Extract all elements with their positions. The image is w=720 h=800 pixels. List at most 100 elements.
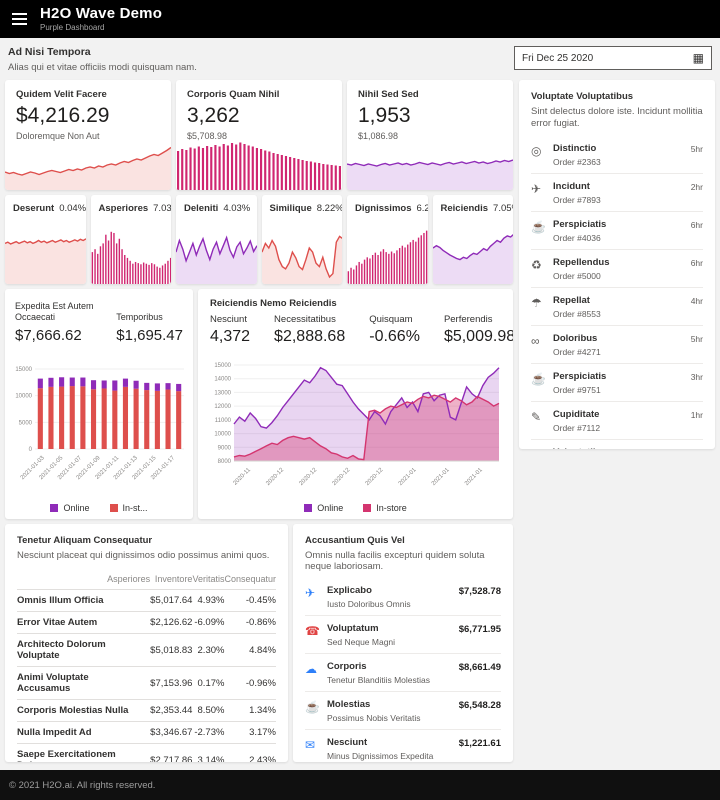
metric-card-text: Deleniti 4.03% xyxy=(176,195,257,214)
chart-stat-label: Nesciunt xyxy=(210,314,250,325)
table-row: Nulla Impedit Ad $3,346.67 -2.73% 3.17% xyxy=(17,722,276,744)
metric-card-text: Deserunt 0.04% xyxy=(5,195,86,214)
calendar-icon: ▦ xyxy=(693,51,704,65)
order-item-name: Repellendus xyxy=(553,257,691,268)
sale-item-value: $6,771.95 xyxy=(459,623,501,635)
order-item-time: 5hr xyxy=(691,333,703,344)
trend-chart-header: Reiciendis Nemo Reiciendis xyxy=(198,289,513,309)
order-item-time: 3hr xyxy=(691,447,703,449)
order-item-number: Order #8553 xyxy=(553,309,691,319)
order-item-icon: ✈ xyxy=(531,181,553,196)
svg-text:10000: 10000 xyxy=(214,432,231,438)
svg-text:12000: 12000 xyxy=(214,404,231,410)
svg-text:2021-01: 2021-01 xyxy=(431,467,451,487)
svg-text:10000: 10000 xyxy=(15,394,32,400)
table-row: Error Vitae Autem $2,126.62 -6.09% -0.86… xyxy=(17,612,276,634)
svg-text:15000: 15000 xyxy=(214,363,231,369)
svg-text:14000: 14000 xyxy=(214,377,231,383)
sparkline-chart xyxy=(347,140,513,190)
table-cell-inventore: $2,353.44 xyxy=(150,700,192,722)
app-footer: © 2021 H2O.ai. All rights reserved. xyxy=(0,770,720,800)
order-item-icon: ♻ xyxy=(531,257,553,272)
table-cell-veritatis: 8.50% xyxy=(192,700,224,722)
sale-item-text: Explicabo Iusto Doloribus Omnis xyxy=(327,585,459,609)
stat-card-title: Nihil Sed Sed xyxy=(358,89,502,100)
order-item-time: 3hr xyxy=(691,371,703,382)
table-cell-inventore: $5,017.64 xyxy=(150,590,192,612)
order-item-name: Repellat xyxy=(553,295,691,306)
table-cell-veritatis: 3.14% xyxy=(192,744,224,763)
sale-item: ☎ Voluptatum Sed Neque Magni $6,771.95 xyxy=(305,616,501,654)
page-header: Ad Nisi Tempora Alias qui et vitae offic… xyxy=(0,38,720,80)
order-item-icon: ∞ xyxy=(531,333,553,348)
order-item-text: Cupiditate Order #7112 xyxy=(553,409,691,433)
order-item-number: Order #4036 xyxy=(553,233,691,243)
table-cell-veritatis: 4.93% xyxy=(192,590,224,612)
svg-text:15000: 15000 xyxy=(15,367,32,373)
chart-stat-label: Necessitatibus xyxy=(274,314,345,325)
sale-item-text: Corporis Tenetur Blanditiis Molestias xyxy=(327,661,459,685)
svg-text:8000: 8000 xyxy=(218,459,232,465)
date-picker[interactable]: Fri Dec 25 2020 ▦ xyxy=(514,46,712,70)
sale-item-caption: Iusto Doloribus Omnis xyxy=(327,599,459,609)
top-sales-card: Accusantium Quis Vel Omnis nulla facilis… xyxy=(293,524,513,762)
metric-card-text: Similique 8.22% xyxy=(262,195,343,214)
order-item-number: Order #5000 xyxy=(553,271,691,281)
order-item: ◎ Distinctio Order #2363 5hr xyxy=(531,136,703,174)
table-cell-inventore: $2,717.86 xyxy=(150,744,192,763)
footer-caption: © 2021 H2O.ai. All rights reserved. xyxy=(9,780,155,791)
table-cell-consequatur: 1.34% xyxy=(224,700,276,722)
order-item-number: Order #7112 xyxy=(553,423,691,433)
order-item-name: Incidunt xyxy=(553,181,691,192)
table-cell-name: Architecto Dolorum Voluptate xyxy=(17,634,150,667)
metric-card: Dignissimos 6.22% xyxy=(347,195,428,284)
chart-stat: Temporibus $1,695.47 xyxy=(116,299,183,344)
order-item: ✈ Incidunt Order #7893 2hr xyxy=(531,174,703,212)
order-item-name: Cupiditate xyxy=(553,409,691,420)
legend-swatch xyxy=(50,504,58,512)
legend-label: In-store xyxy=(376,503,407,513)
stacked-bar-chart: 0500010000150002021-01-032021-01-052021-… xyxy=(9,363,189,495)
table-card-subtitle: Nesciunt placeat qui dignissimos odio po… xyxy=(17,550,276,561)
table-row: Omnis Illum Officia $5,017.64 4.93% -0.4… xyxy=(17,590,276,612)
order-item-number: Order #4271 xyxy=(553,347,691,357)
svg-text:13000: 13000 xyxy=(214,390,231,396)
legend-item: Online xyxy=(50,503,89,513)
stat-card: Quidem Velit Facere $4,216.29 Doloremque… xyxy=(5,80,171,190)
chart-stat-label: Perferendis xyxy=(444,314,513,325)
order-item-name: Perspiciatis xyxy=(553,371,691,382)
svg-text:2021-01: 2021-01 xyxy=(398,467,418,487)
table-cell-veritatis: 2.30% xyxy=(192,634,224,667)
hamburger-menu-icon[interactable] xyxy=(10,11,29,27)
legend-label: Online xyxy=(317,503,343,513)
order-item-number: Order #7893 xyxy=(553,195,691,205)
sparkline-chart xyxy=(433,226,514,284)
svg-text:11000: 11000 xyxy=(215,418,232,424)
app-title: H2O Wave Demo xyxy=(40,6,162,22)
metric-card-row: Deserunt 0.04% Asperiores 7.03% Dele xyxy=(5,195,513,284)
metric-card: Deserunt 0.04% xyxy=(5,195,86,284)
svg-text:2021-01: 2021-01 xyxy=(464,467,484,487)
table-cell-veritatis: -6.09% xyxy=(192,612,224,634)
order-item-text: Incidunt Order #7893 xyxy=(553,181,691,205)
sparkline-chart xyxy=(91,226,172,284)
chart-stat-value: 4,372 xyxy=(210,328,250,346)
chart-stat: Expedita Est Autem Occaecati $7,666.62 xyxy=(15,299,100,344)
metric-card-value: 8.22% xyxy=(317,203,342,214)
table-cell-name: Saepe Exercitationem Doloremque xyxy=(17,744,150,763)
sales-list: ✈ Explicabo Iusto Doloribus Omnis $7,528… xyxy=(305,578,501,762)
stat-card-value: $4,216.29 xyxy=(16,104,160,128)
sparkline-chart xyxy=(262,226,343,284)
order-item-text: Perspiciatis Order #4036 xyxy=(553,219,691,243)
stat-card-value: 1,953 xyxy=(358,104,502,128)
order-item-time: 6hr xyxy=(691,219,703,230)
chart-stat-value: -0.66% xyxy=(369,328,420,346)
sale-item: ☁ Corporis Tenetur Blanditiis Molestias … xyxy=(305,654,501,692)
order-item-time: 6hr xyxy=(691,257,703,268)
page-subtitle: Alias qui et vitae officiis modi quisqua… xyxy=(8,62,197,73)
metric-card: Deleniti 4.03% xyxy=(176,195,257,284)
chart-stat: Necessitatibus $2,888.68 xyxy=(274,314,345,346)
legend-swatch xyxy=(363,504,371,512)
metric-card-label: Dignissimos xyxy=(355,203,412,214)
sale-item-name: Explicabo xyxy=(327,585,459,596)
